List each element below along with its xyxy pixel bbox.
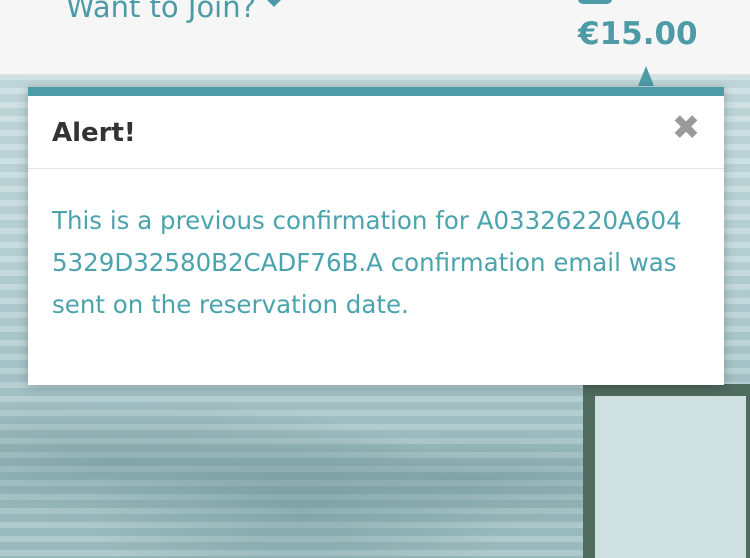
chevron-down-icon [265, 0, 284, 7]
confirmation-message: This is a previous confirmation for A033… [52, 206, 682, 319]
modal-header: Alert! ✖ [28, 96, 724, 169]
modal-body: This is a previous confirmation for A033… [28, 169, 724, 326]
join-dropdown-toggle[interactable]: Want to Join? [66, 0, 284, 27]
site-header: Want to Join? €15.00 [0, 0, 750, 86]
modal-title: Alert! [52, 118, 136, 148]
join-label: Want to Join? [66, 0, 257, 24]
alert-modal: Alert! ✖ This is a previous confirmation… [28, 87, 724, 385]
cart-price[interactable]: €15.00 [578, 14, 698, 54]
close-icon: ✖ [671, 108, 701, 148]
close-button[interactable]: ✖ [671, 110, 701, 146]
background-shrubs [0, 394, 600, 558]
cart-popover-arrow [638, 66, 654, 86]
background-window [583, 384, 750, 558]
cart-icon[interactable] [578, 0, 612, 4]
